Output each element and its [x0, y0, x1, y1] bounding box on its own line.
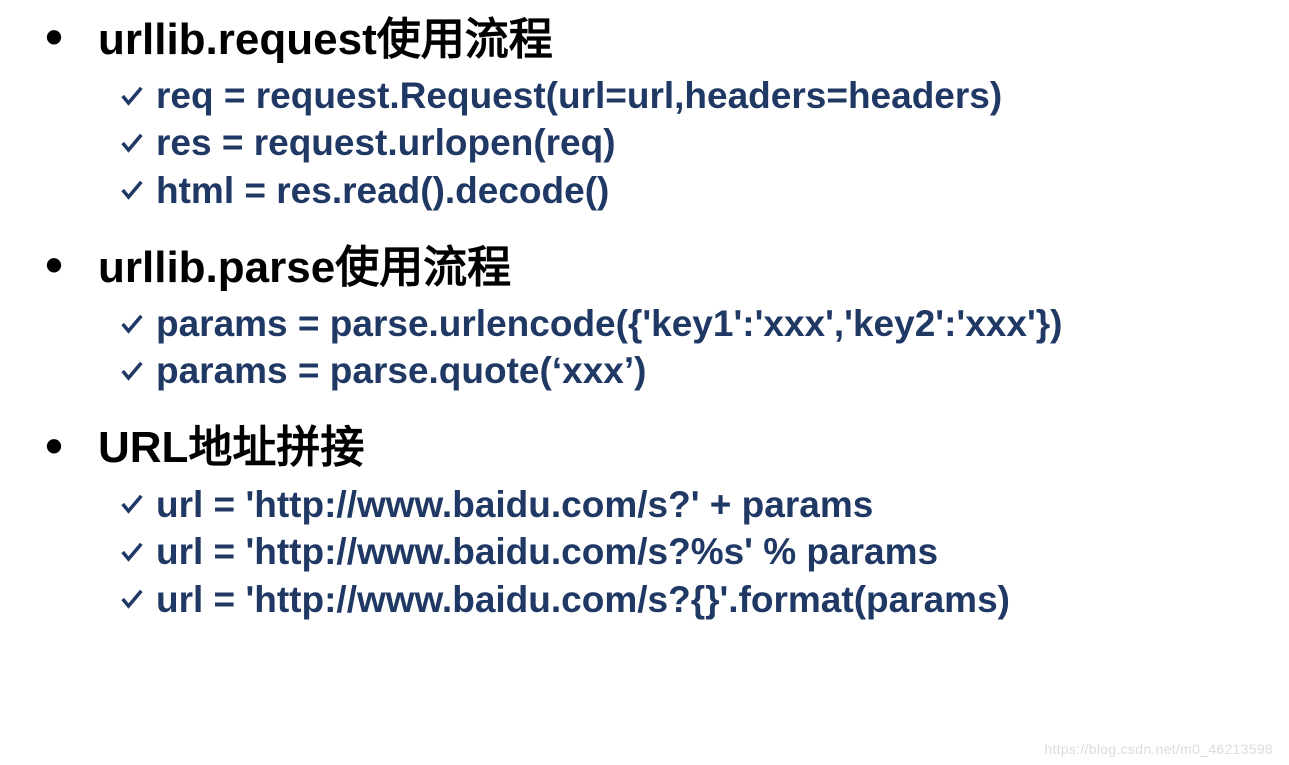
slide: • urllib.request使用流程 req = request.Reque…: [0, 0, 1289, 765]
sub-item: html = res.read().decode(): [10, 167, 1279, 214]
heading-text: urllib.request使用流程: [98, 14, 553, 67]
section-url-concat: • URL地址拼接 url = 'http://www.baidu.com/s?…: [10, 421, 1279, 623]
heading-row: • urllib.parse使用流程: [10, 240, 1279, 296]
check-icon: [118, 538, 156, 566]
check-icon: [118, 490, 156, 518]
sub-text: url = 'http://www.baidu.com/s?' + params: [156, 481, 873, 528]
check-icon: [118, 585, 156, 613]
sub-text: params = parse.quote(‘xxx’): [156, 347, 646, 394]
sub-text: url = 'http://www.baidu.com/s?{}'.format…: [156, 576, 1010, 623]
sub-text: html = res.read().decode(): [156, 167, 609, 214]
check-icon: [118, 357, 156, 385]
check-icon: [118, 310, 156, 338]
check-icon: [118, 82, 156, 110]
heading-text: URL地址拼接: [98, 422, 364, 475]
sub-item: url = 'http://www.baidu.com/s?%s' % para…: [10, 528, 1279, 575]
sub-item: url = 'http://www.baidu.com/s?' + params: [10, 481, 1279, 528]
sub-item: req = request.Request(url=url,headers=he…: [10, 72, 1279, 119]
bullet-icon: •: [10, 421, 98, 477]
sub-item: res = request.urlopen(req): [10, 119, 1279, 166]
section-urllib-parse: • urllib.parse使用流程 params = parse.urlenc…: [10, 240, 1279, 395]
sub-item: params = parse.quote(‘xxx’): [10, 347, 1279, 394]
check-icon: [118, 129, 156, 157]
sub-text: params = parse.urlencode({'key1':'xxx','…: [156, 300, 1062, 347]
heading-row: • urllib.request使用流程: [10, 12, 1279, 68]
sub-item: params = parse.urlencode({'key1':'xxx','…: [10, 300, 1279, 347]
bullet-icon: •: [10, 12, 98, 68]
heading-text: urllib.parse使用流程: [98, 242, 511, 295]
sub-text: url = 'http://www.baidu.com/s?%s' % para…: [156, 528, 938, 575]
sub-text: req = request.Request(url=url,headers=he…: [156, 72, 1002, 119]
section-urllib-request: • urllib.request使用流程 req = request.Reque…: [10, 12, 1279, 214]
sub-item: url = 'http://www.baidu.com/s?{}'.format…: [10, 576, 1279, 623]
bullet-icon: •: [10, 240, 98, 296]
sub-text: res = request.urlopen(req): [156, 119, 616, 166]
check-icon: [118, 176, 156, 204]
watermark: https://blog.csdn.net/m0_46213598: [1044, 741, 1273, 757]
heading-row: • URL地址拼接: [10, 421, 1279, 477]
